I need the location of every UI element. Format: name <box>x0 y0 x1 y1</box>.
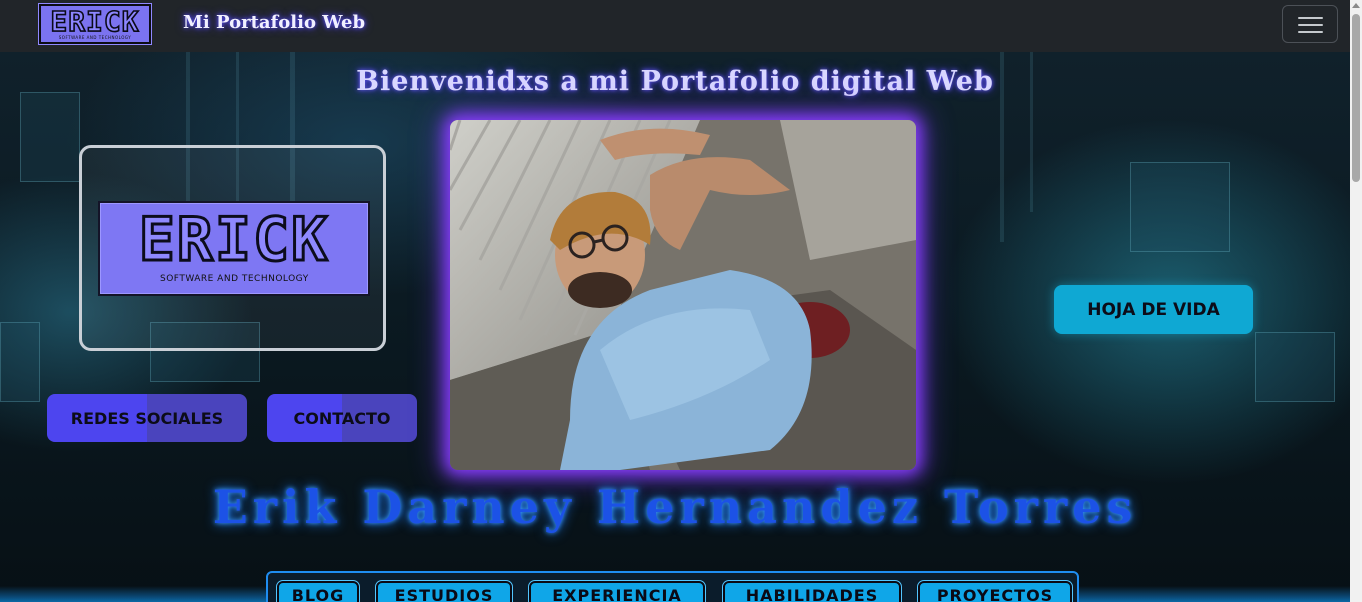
profile-photo-illustration <box>450 120 916 470</box>
navbar-logo[interactable]: ERICK SOFTWARE AND TECHNOLOGY <box>39 4 151 44</box>
navbar-brand[interactable]: Mi Portafolio Web <box>183 12 365 33</box>
nav-habilidades-button[interactable]: HABILIDADES <box>723 581 901 602</box>
section-nav: BLOG ESTUDIOS EXPERIENCIA HABILIDADES PR… <box>266 571 1079 602</box>
erick-logo: ERICK SOFTWARE AND TECHNOLOGY <box>98 201 370 296</box>
page-scrollbar[interactable] <box>1350 0 1362 602</box>
hamburger-icon <box>1298 17 1323 19</box>
navbar: ERICK SOFTWARE AND TECHNOLOGY Mi Portafo… <box>0 0 1350 52</box>
navbar-toggler-button[interactable] <box>1282 5 1338 43</box>
nav-proyectos-button[interactable]: PROYECTOS <box>918 581 1072 602</box>
hoja-de-vida-button[interactable]: HOJA DE VIDA <box>1054 285 1253 334</box>
welcome-heading: Bienvenidxs a mi Portafolio digital Web <box>356 66 994 97</box>
full-name-heading: Erik Darney Hernandez Torres <box>212 480 1138 534</box>
background-monitor <box>0 322 40 402</box>
nav-experiencia-button[interactable]: EXPERIENCIA <box>529 581 705 602</box>
nav-estudios-button[interactable]: ESTUDIOS <box>376 581 512 602</box>
scroll-up-arrow-icon[interactable] <box>1352 3 1360 8</box>
profile-photo <box>450 120 916 470</box>
logo-word: ERICK <box>137 205 330 275</box>
logo-tagline: SOFTWARE AND TECHNOLOGY <box>160 274 309 284</box>
navbar-logo-word: ERICK <box>50 5 140 38</box>
scrollbar-thumb[interactable] <box>1352 14 1360 182</box>
logo-card: ERICK SOFTWARE AND TECHNOLOGY <box>79 145 386 351</box>
nav-blog-button[interactable]: BLOG <box>277 581 359 602</box>
navbar-logo-tagline: SOFTWARE AND TECHNOLOGY <box>58 35 132 40</box>
redes-sociales-button[interactable]: REDES SOCIALES <box>47 394 247 442</box>
contacto-button[interactable]: CONTACTO <box>267 394 417 442</box>
